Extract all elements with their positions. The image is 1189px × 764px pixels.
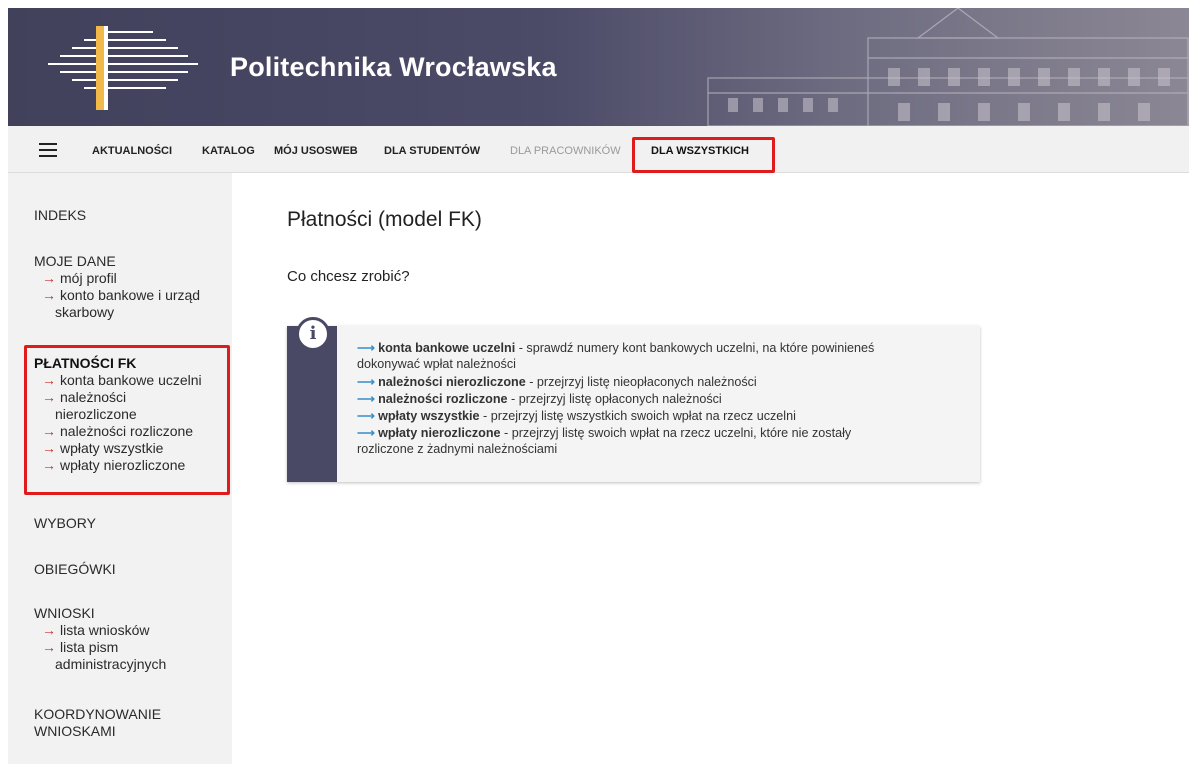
info-item-wplaty-wszystkie: ⟶ wpłaty wszystkie - przejrzyj listę wszy… — [357, 409, 796, 423]
arrow-right-icon: → — [42, 287, 56, 303]
info-item-wplaty-nierozliczone: ⟶ wpłaty nierozliczone - przejrzyj listę … — [357, 426, 852, 440]
link-naleznosci-nierozliczone[interactable]: należności nierozliczone — [378, 375, 526, 389]
info-item-konta-bankowe-cont: dokonywać wpłat należności — [357, 357, 516, 371]
header-banner: Politechnika Wrocławska — [8, 8, 1189, 126]
info-item-wplaty-nierozliczone-cont: rozliczone z żadnymi należnościami — [357, 442, 558, 456]
link-wplaty-wszystkie[interactable]: wpłaty wszystkie — [378, 409, 480, 423]
sidebar-link-lista-pism-cont[interactable]: administracyjnych — [55, 656, 166, 672]
sidebar-link-konto-bankowe[interactable]: → konto bankowe i urząd — [42, 287, 200, 303]
arrow-right-icon: → — [42, 270, 56, 286]
arrow-right-icon: → — [42, 622, 56, 638]
sidebar-item-koordynowanie-cont[interactable]: WNIOSKAMI — [34, 723, 116, 739]
nav-dla-pracownikow[interactable]: DLA PRACOWNIKÓW — [510, 145, 621, 157]
sidebar-item-obiegowki[interactable]: OBIEGÓWKI — [34, 561, 116, 577]
sidebar-highlight-box — [24, 345, 230, 495]
link-naleznosci-rozliczone[interactable]: należności rozliczone — [378, 392, 507, 406]
arrow-right-icon: ⟶ — [357, 409, 376, 423]
brand-title: Politechnika Wrocławska — [230, 52, 557, 82]
info-item-naleznosci-nierozliczone: ⟶ należności nierozliczone - przejrzyj li… — [357, 375, 757, 389]
arrow-right-icon: ⟶ — [357, 375, 376, 389]
nav-highlight-box — [632, 137, 775, 173]
arrow-right-icon: ⟶ — [357, 341, 376, 355]
pwr-logo-icon[interactable] — [38, 20, 208, 116]
top-navigation: AKTUALNOŚCI KATALOG MÓJ USOSWEB DLA STUD… — [8, 126, 1189, 173]
nav-katalog[interactable]: KATALOG — [202, 145, 255, 157]
info-item-naleznosci-rozliczone: ⟶ należności rozliczone - przejrzyj listę… — [357, 392, 722, 406]
arrow-right-icon: ⟶ — [357, 392, 376, 406]
sidebar-link-lista-pism[interactable]: → lista pism — [42, 639, 118, 655]
info-box: i ⟶ konta bankowe uczelni - sprawdź numer… — [287, 317, 980, 482]
link-wplaty-nierozliczone[interactable]: wpłaty nierozliczone — [378, 426, 500, 440]
link-konta-bankowe-uczelni[interactable]: konta bankowe uczelni — [378, 341, 515, 355]
sidebar-item-indeks[interactable]: INDEKS — [34, 207, 86, 223]
page-title: Płatności (model FK) — [287, 208, 482, 231]
info-item-konta-bankowe: ⟶ konta bankowe uczelni - sprawdź numery … — [357, 341, 875, 355]
sidebar-item-koordynowanie[interactable]: KOORDYNOWANIE — [34, 706, 161, 722]
sidebar-section-wnioski[interactable]: WNIOSKI — [34, 605, 95, 621]
info-icon: i — [296, 317, 330, 351]
sidebar-link-moj-profil[interactable]: → mój profil — [42, 270, 117, 286]
nav-moj-usosweb[interactable]: MÓJ USOSWEB — [274, 145, 358, 157]
sidebar-link-konto-bankowe-cont[interactable]: skarbowy — [55, 304, 114, 320]
nav-aktualnosci[interactable]: AKTUALNOŚCI — [92, 145, 172, 157]
nav-dla-studentow[interactable]: DLA STUDENTÓW — [384, 145, 480, 157]
page-subtitle: Co chcesz zrobić? — [287, 268, 410, 285]
sidebar-link-lista-wnioskow[interactable]: → lista wniosków — [42, 622, 149, 638]
hamburger-icon[interactable] — [39, 143, 57, 157]
sidebar-section-moje-dane[interactable]: MOJE DANE — [34, 253, 116, 269]
building-illustration — [707, 8, 1189, 126]
arrow-right-icon: ⟶ — [357, 426, 376, 440]
sidebar-item-wybory[interactable]: WYBORY — [34, 515, 96, 531]
arrow-right-icon: → — [42, 639, 56, 655]
